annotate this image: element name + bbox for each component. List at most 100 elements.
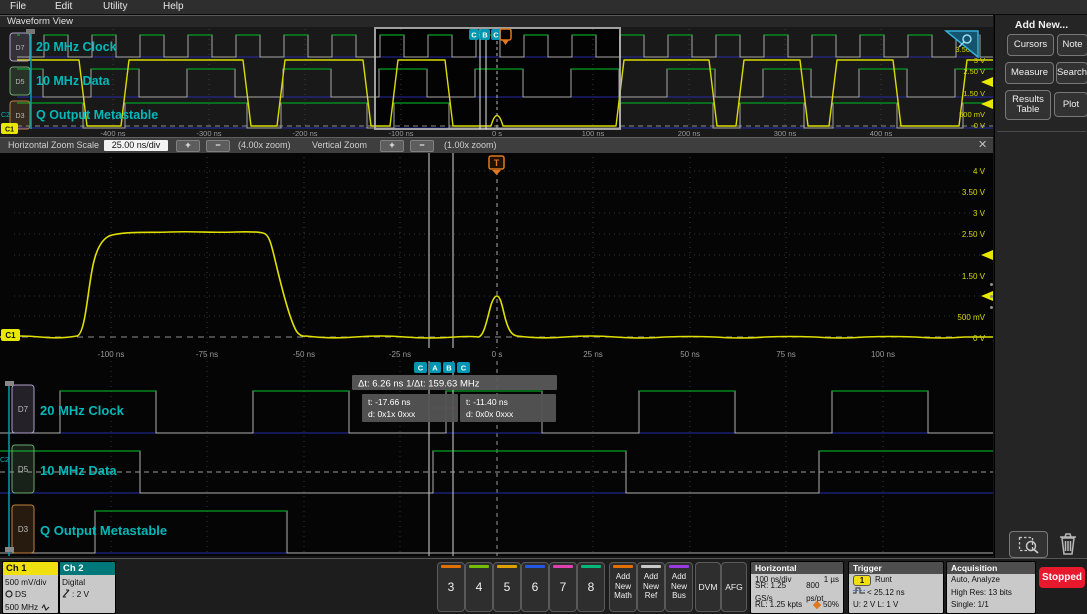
digital-data-label: 10 MHz Data: [40, 463, 117, 478]
ch5-button[interactable]: 5: [493, 562, 521, 612]
add-new-ref-button[interactable]: Add New Ref: [637, 562, 665, 612]
horizontal-panel[interactable]: Horizontal 100 ns/div 1 µs SR: 1.25 GS/s 8…: [750, 561, 844, 614]
digital-zoom-view[interactable]: C A B C Δt: 6.26 ns 1/Δt: 159.63 MHz t: …: [0, 361, 993, 556]
svg-text:300 ns: 300 ns: [774, 129, 797, 137]
digital-d5-badge-label: D5: [18, 465, 29, 474]
zoom-analog-view[interactable]: T C1 4 V 3.50 V 3 V 2.50 V 1.50 V 500 mV…: [0, 153, 993, 361]
acquisition-header: Acquisition: [947, 562, 1035, 574]
v-zoom-plus-button[interactable]: +: [380, 140, 404, 152]
v-zoom-minus-button[interactable]: −: [410, 140, 434, 152]
trash-button[interactable]: [1056, 531, 1080, 556]
results-table-button[interactable]: Results Table: [1005, 90, 1051, 120]
svg-text:2.50 V: 2.50 V: [962, 230, 986, 239]
search-button[interactable]: Search: [1056, 62, 1087, 84]
svg-text:C: C: [471, 31, 477, 40]
trigger-source-badge: 1: [853, 574, 871, 586]
overview-svg[interactable]: C B C D7 D5 D3 20 MHz Clock 10 MHz Data …: [0, 27, 993, 138]
add-new-bus-button[interactable]: Add New Bus: [665, 562, 693, 612]
svg-text:B: B: [446, 364, 452, 373]
ch1-badge[interactable]: Ch 1 500 mV/div DS 500 MHz: [2, 561, 59, 614]
plot-button[interactable]: Plot: [1054, 92, 1087, 117]
digital-clock-label: 20 MHz Clock: [40, 403, 125, 418]
trash-icon: [1060, 533, 1076, 555]
ch2-badge[interactable]: Ch 2 Digital : 2 V: [59, 561, 116, 614]
panel-splitter[interactable]: [990, 283, 994, 309]
ch3-button[interactable]: 3: [437, 562, 465, 612]
svg-text:t: -11.40 ns: t: -11.40 ns: [466, 397, 508, 407]
overview-c2-marker[interactable]: C2: [1, 112, 10, 119]
svg-text:3 V: 3 V: [974, 56, 985, 65]
cursor-a-readout: t: -17.66 ns d: 0x1x 0xxx: [362, 394, 458, 422]
zoom-close-icon[interactable]: ✕: [978, 138, 987, 153]
menu-edit[interactable]: Edit: [55, 0, 72, 14]
h-zoom-factor: (4.00x zoom): [238, 140, 291, 150]
ch1-scale: 500 mV/div: [5, 577, 47, 587]
acq-resolution: High Res: 13 bits: [951, 587, 1012, 597]
svg-text:75 ns: 75 ns: [776, 350, 796, 359]
h-zoom-plus-button[interactable]: +: [176, 140, 200, 152]
ch4-button[interactable]: 4: [465, 562, 493, 612]
svg-text:0 V: 0 V: [974, 121, 985, 130]
ch2-mode: Digital: [62, 577, 86, 587]
runt-pulse-icon: [853, 586, 865, 600]
digital-c2-marker[interactable]: C2: [0, 457, 9, 464]
v-zoom-factor: (1.00x zoom): [444, 140, 497, 150]
horizontal-header: Horizontal: [751, 562, 843, 574]
ch1-header: Ch 1: [3, 562, 58, 575]
h-zoom-scale-label: Horizontal Zoom Scale: [8, 140, 100, 150]
digital-zoom-svg[interactable]: C A B C Δt: 6.26 ns 1/Δt: 159.63 MHz t: …: [0, 361, 993, 556]
ch7-button[interactable]: 7: [549, 562, 577, 612]
dvm-button[interactable]: DVM: [695, 562, 721, 612]
zoom-analog-svg[interactable]: T C1 4 V 3.50 V 3 V 2.50 V 1.50 V 500 mV…: [0, 153, 993, 361]
h-zoom-minus-button[interactable]: −: [206, 140, 230, 152]
stopped-status-badge[interactable]: Stopped: [1039, 567, 1085, 588]
cursors-button[interactable]: Cursors: [1007, 34, 1054, 56]
overview-d7-badge-label: D7: [16, 45, 25, 52]
measure-button[interactable]: Measure: [1005, 62, 1054, 84]
tekscope-app: File Edit Utility Help Waveform View C B…: [0, 0, 1087, 614]
acquisition-panel[interactable]: Acquisition Auto, Analyze High Res: 13 b…: [946, 561, 1036, 614]
menu-file[interactable]: File: [10, 0, 26, 14]
add-new-math-button[interactable]: Add New Math: [609, 562, 637, 612]
svg-text:C1: C1: [5, 127, 14, 134]
zoom-scale-bar: Horizontal Zoom Scale 25.00 ns/div + − (…: [0, 137, 993, 154]
svg-text:1.50 V: 1.50 V: [962, 272, 986, 281]
threshold-slope-icon: [62, 589, 70, 601]
overview-time-axis: -400 ns -300 ns -200 ns -100 ns 0 s 100 …: [100, 129, 893, 138]
overview-group-grip[interactable]: [26, 29, 35, 34]
menu-help[interactable]: Help: [163, 0, 184, 14]
svg-text:C1: C1: [5, 331, 16, 340]
svg-text:50 ns: 50 ns: [680, 350, 700, 359]
digital-group-grip-top[interactable]: [5, 381, 14, 386]
svg-text:d: 0x0x 0xxx: d: 0x0x 0xxx: [466, 409, 514, 419]
h-zoom-scale-value[interactable]: 25.00 ns/div: [104, 139, 168, 151]
svg-text:Δt: 6.26 ns 1/Δt: 159.63 MHz: Δt: 6.26 ns 1/Δt: 159.63 MHz: [358, 379, 480, 390]
svg-text:200 ns: 200 ns: [678, 129, 701, 137]
trigger-header: Trigger: [849, 562, 943, 574]
ch8-button[interactable]: 8: [577, 562, 605, 612]
overview-clock-label: 20 MHz Clock: [36, 40, 117, 54]
ch2-header: Ch 2: [60, 562, 115, 575]
digital-q-label: Q Output Metastable: [40, 523, 167, 538]
menu-utility[interactable]: Utility: [103, 0, 127, 14]
svg-text:0 V: 0 V: [973, 334, 986, 343]
trigger-condition: < 25.12 ns: [867, 587, 905, 597]
note-button[interactable]: Note: [1057, 34, 1087, 56]
svg-text:-200 ns: -200 ns: [292, 129, 317, 137]
svg-text:3 V: 3 V: [973, 209, 986, 218]
ch1-probe: DS: [15, 589, 27, 599]
digital-group-grip-bottom[interactable]: [5, 547, 14, 552]
afg-button[interactable]: AFG: [721, 562, 747, 612]
ch6-button[interactable]: 6: [521, 562, 549, 612]
svg-text:0 s: 0 s: [492, 129, 502, 137]
svg-text:400 ns: 400 ns: [870, 129, 893, 137]
right-panel: Add New... Cursors Note Measure Search R…: [990, 15, 1087, 558]
overview-d5-badge-label: D5: [16, 79, 25, 86]
overview-waveform-area[interactable]: C B C D7 D5 D3 20 MHz Clock 10 MHz Data …: [0, 27, 993, 138]
overview-cursor-badges[interactable]: C B C: [469, 29, 501, 40]
svg-text:-50 ns: -50 ns: [293, 350, 315, 359]
trigger-position-icon: [812, 601, 822, 610]
zoom-region-button[interactable]: [1009, 531, 1048, 558]
svg-text:-25 ns: -25 ns: [389, 350, 411, 359]
trigger-panel[interactable]: Trigger 1 Runt < 25.12 ns U: 2 V L: 1 V: [848, 561, 944, 614]
